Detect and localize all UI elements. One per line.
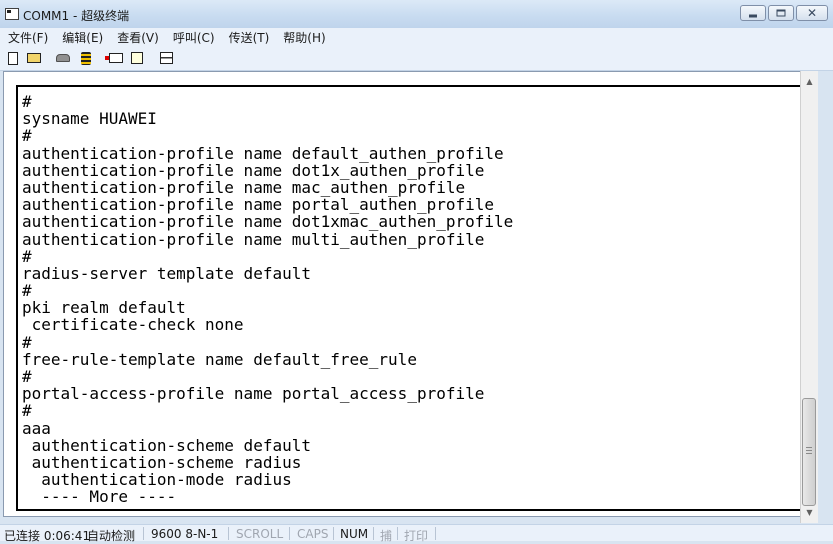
- terminal-line: #: [22, 332, 32, 352]
- scroll-grip-icon: [806, 447, 812, 455]
- menu-view[interactable]: 查看(V): [109, 28, 165, 45]
- disconnect-button[interactable]: [78, 50, 94, 66]
- terminal-line: certificate-check none: [22, 315, 244, 335]
- new-button[interactable]: [5, 50, 21, 66]
- terminal-line: free-rule-template name default_free_rul…: [22, 349, 417, 369]
- window-title: COMM1 - 超级终端: [23, 9, 130, 23]
- send-icon: [105, 53, 123, 63]
- terminal-line: authentication-profile name dot1xmac_aut…: [22, 212, 514, 232]
- maximize-button[interactable]: [768, 5, 794, 21]
- scroll-down-button[interactable]: ▼: [801, 504, 818, 521]
- terminal-line: radius-server template default: [22, 263, 311, 283]
- menu-edit[interactable]: 编辑(E): [54, 28, 109, 45]
- auto-detect-status: 自动检测: [87, 529, 136, 543]
- terminal-line: #: [22, 126, 32, 146]
- terminal-line: authentication-mode radius: [22, 470, 292, 490]
- terminal-line: ---- More ----: [22, 487, 177, 507]
- terminal-line: portal-access-profile name portal_access…: [22, 384, 485, 404]
- window-controls: ✕: [740, 5, 828, 23]
- terminal-output: # sysname HUAWEI # authentication-profile n…: [18, 87, 804, 506]
- disconnect-icon: [81, 51, 91, 65]
- terminal-line: authentication-profile name dot1x_authen…: [22, 160, 485, 180]
- scroll-up-button[interactable]: ▲: [801, 73, 818, 90]
- minimize-icon: [749, 14, 757, 18]
- terminal-line: authentication-scheme default: [22, 435, 311, 455]
- terminal-line: authentication-profile name default_auth…: [22, 143, 504, 163]
- terminal-line: #: [22, 92, 32, 111]
- terminal-line: authentication-scheme radius: [22, 452, 302, 472]
- terminal-line: authentication-profile name multi_authen…: [22, 229, 485, 249]
- menu-bar: 文件(F) 编辑(E) 查看(V) 呼叫(C) 传送(T) 帮助(H): [0, 28, 833, 45]
- status-divider: [289, 527, 290, 540]
- terminal-line: authentication-profile name portal_authe…: [22, 195, 495, 215]
- receive-icon: [131, 52, 143, 64]
- close-icon: ✕: [806, 6, 818, 20]
- properties-icon: [159, 52, 173, 64]
- scroll-thumb[interactable]: [802, 398, 816, 506]
- terminal-line: #: [22, 246, 32, 266]
- status-divider: [435, 527, 436, 540]
- toolbar: [0, 45, 833, 71]
- properties-button[interactable]: [158, 50, 174, 66]
- maximize-icon: [776, 9, 786, 17]
- send-button[interactable]: [105, 50, 124, 66]
- minimize-button[interactable]: [740, 5, 766, 21]
- status-divider: [333, 527, 334, 540]
- title-bar: COMM1 - 超级终端 ✕: [0, 0, 833, 29]
- terminal-line: pki realm default: [22, 298, 186, 318]
- new-icon: [8, 51, 18, 65]
- vertical-scrollbar[interactable]: ▲ ▼: [800, 71, 818, 523]
- open-icon: [27, 53, 41, 63]
- menu-help[interactable]: 帮助(H): [275, 28, 331, 45]
- terminal-line: aaa: [22, 418, 51, 438]
- close-button[interactable]: ✕: [796, 5, 828, 21]
- terminal-line: authentication-profile name mac_authen_p…: [22, 177, 466, 197]
- status-divider: [373, 527, 374, 540]
- menu-call[interactable]: 呼叫(C): [165, 28, 221, 45]
- status-divider: [397, 527, 398, 540]
- terminal-area[interactable]: # sysname HUAWEI # authentication-profile n…: [3, 71, 817, 517]
- connection-status: 已连接 0:06:41: [4, 529, 91, 543]
- hyperterminal-app-icon[interactable]: [5, 8, 19, 20]
- open-button[interactable]: [26, 50, 42, 66]
- port-settings-status: 9600 8-N-1: [151, 527, 219, 541]
- caps-lock-indicator: CAPS: [297, 527, 329, 541]
- status-bar: 已连接 0:06:41 自动检测 9600 8-N-1 SCROLL CAPS …: [0, 524, 833, 543]
- menu-transfer[interactable]: 传送(T): [221, 28, 276, 45]
- terminal-line: sysname HUAWEI: [22, 109, 157, 129]
- status-divider: [143, 527, 144, 540]
- print-echo-indicator: 打印: [404, 529, 429, 543]
- terminal-line: #: [22, 367, 32, 386]
- status-divider: [228, 527, 229, 540]
- scroll-lock-indicator: SCROLL: [236, 527, 284, 541]
- receive-button[interactable]: [129, 50, 145, 66]
- menu-file[interactable]: 文件(F): [0, 28, 54, 45]
- terminal-screen[interactable]: # sysname HUAWEI # authentication-profile n…: [16, 85, 806, 511]
- terminal-line: #: [22, 401, 32, 421]
- call-button[interactable]: [55, 50, 71, 66]
- call-icon: [56, 54, 70, 62]
- capture-indicator: 捕: [380, 529, 393, 543]
- num-lock-indicator: NUM: [340, 527, 369, 541]
- terminal-line: #: [22, 281, 32, 301]
